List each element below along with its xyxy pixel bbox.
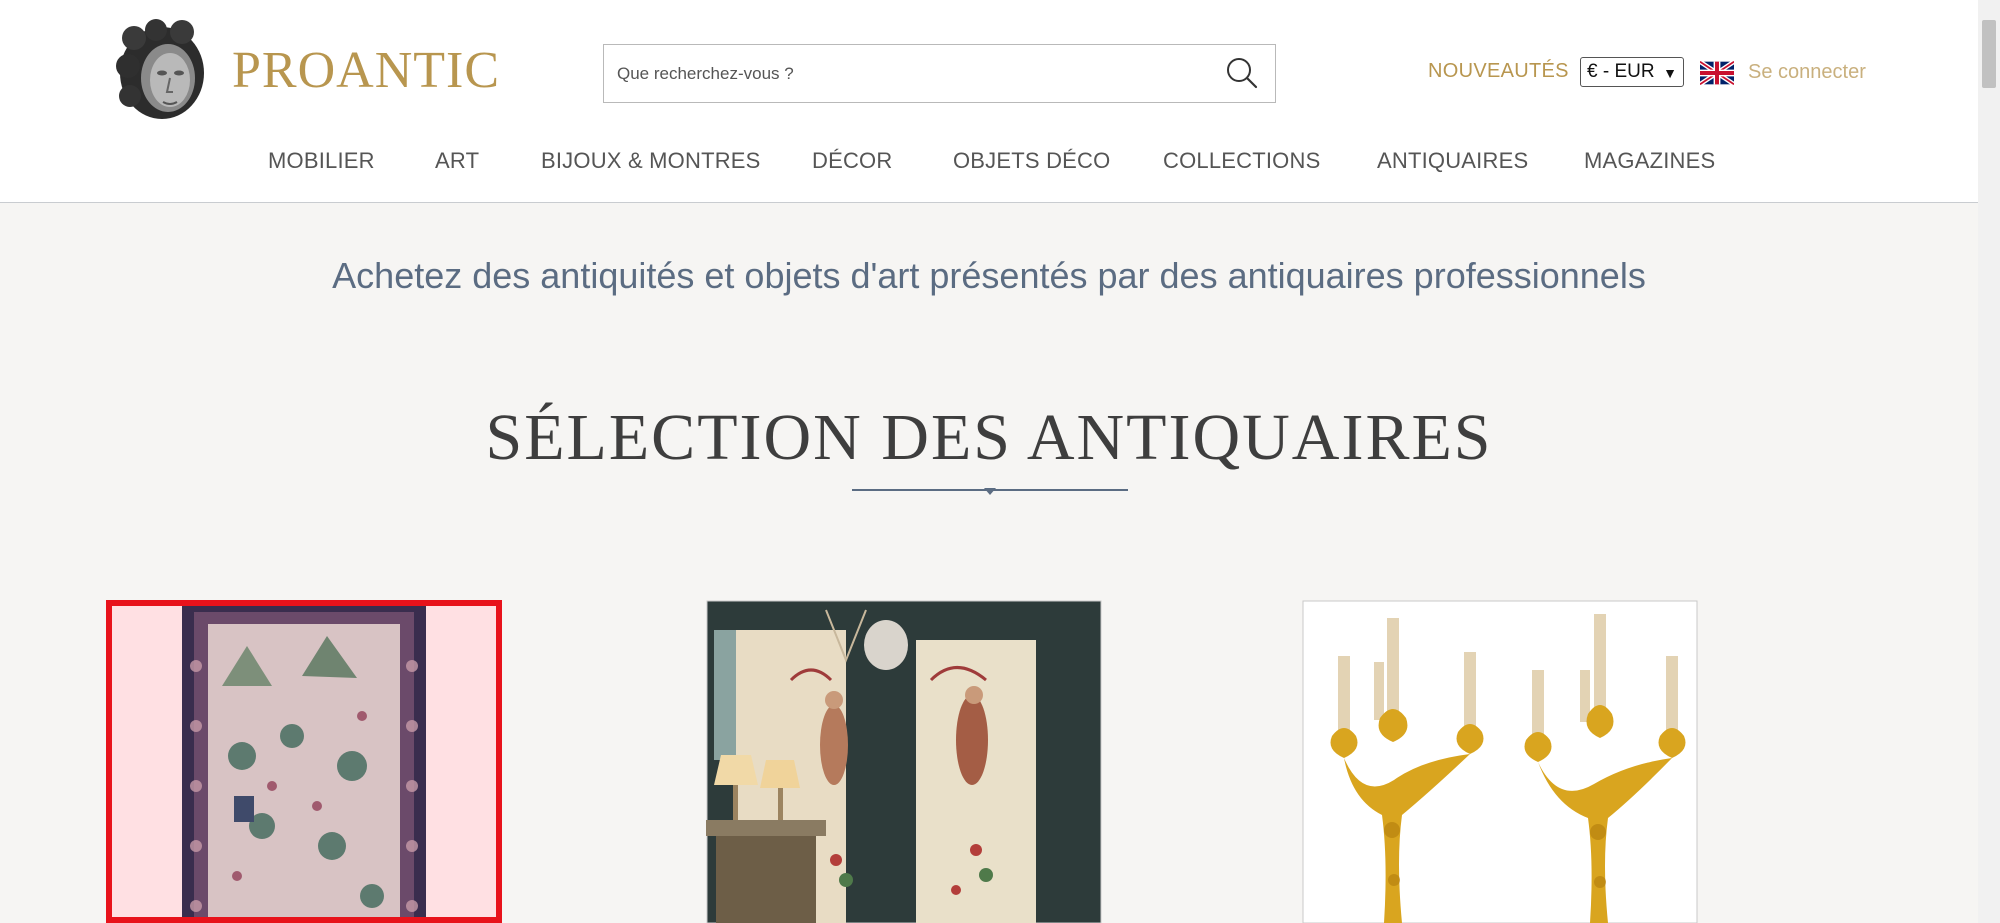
logo-head-icon — [116, 19, 204, 119]
chevron-down-icon: ▼ — [1663, 65, 1677, 81]
main-nav: MOBILIER ART BIJOUX & MONTRES DÉCOR OBJE… — [0, 148, 1978, 180]
product-card-rug[interactable] — [106, 600, 502, 923]
search-input[interactable] — [604, 45, 1204, 102]
product-image-candelabra — [1302, 600, 1698, 923]
currency-value: € - EUR — [1587, 61, 1655, 82]
currency-select[interactable]: € - EUR ▼ — [1580, 57, 1684, 87]
nav-item-objets-deco[interactable]: OBJETS DÉCO — [953, 148, 1110, 174]
product-image-rug — [112, 606, 496, 917]
nouveautes-link[interactable]: NOUVEAUTÉS — [1428, 60, 1569, 83]
nav-item-antiquaires[interactable]: ANTIQUAIRES — [1377, 148, 1528, 174]
page-scrollbar[interactable] — [1978, 0, 2000, 923]
tagline: Achetez des antiquités et objets d'art p… — [332, 255, 1646, 296]
logo-text: PROANTIC — [232, 42, 501, 99]
search-bar — [603, 44, 1276, 103]
product-card-candelabra[interactable] — [1302, 600, 1698, 923]
nav-item-bijoux-montres[interactable]: BIJOUX & MONTRES — [541, 148, 761, 174]
nav-item-magazines[interactable]: MAGAZINES — [1584, 148, 1715, 174]
uk-flag-icon[interactable] — [1700, 61, 1734, 85]
nav-item-collections[interactable]: COLLECTIONS — [1163, 148, 1320, 174]
section-title: SÉLECTION DES ANTIQUAIRES — [485, 401, 1493, 474]
product-image-panels — [706, 600, 1102, 923]
nav-item-art[interactable]: ART — [435, 148, 479, 174]
nav-item-decor[interactable]: DÉCOR — [812, 148, 892, 174]
login-link[interactable]: Se connecter — [1748, 61, 1866, 84]
scrollbar-thumb[interactable] — [1982, 20, 1996, 88]
site-header: PROANTIC NOUVEAUTÉS € - EUR ▼ Se connect… — [0, 0, 1978, 203]
product-card-panels[interactable] — [706, 600, 1102, 923]
search-icon[interactable] — [1224, 55, 1260, 91]
logo[interactable]: PROANTIC — [110, 18, 500, 123]
nav-item-mobilier[interactable]: MOBILIER — [268, 148, 375, 174]
title-divider-tip — [984, 488, 996, 495]
